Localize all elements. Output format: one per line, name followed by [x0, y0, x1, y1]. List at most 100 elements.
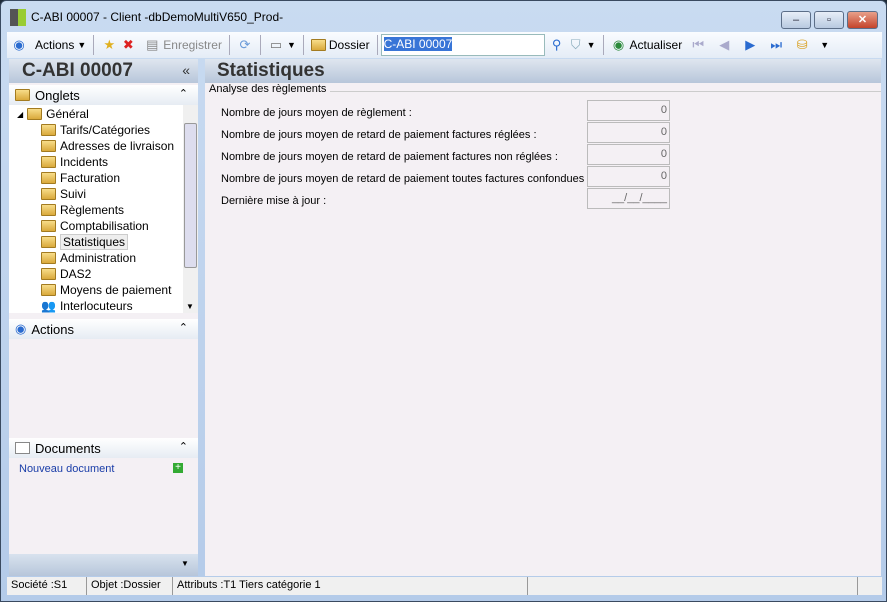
collapse-icon[interactable]: ⌃	[179, 440, 188, 453]
tree-label: Facturation	[60, 171, 121, 185]
documents-section-label: Documents	[35, 440, 101, 456]
filter-dropdown-icon[interactable]: ▼	[587, 40, 596, 50]
first-record-icon[interactable]: ⏮	[690, 37, 706, 53]
tree-label: Statistiques	[60, 234, 129, 250]
folder-icon	[41, 172, 56, 184]
stat-value-field: 0	[587, 122, 670, 143]
tree-item[interactable]: Statistiques	[41, 234, 129, 250]
refresh-button[interactable]: ◉ Actualiser	[611, 37, 683, 53]
actions-section[interactable]: ◉ Actions ⌃	[9, 319, 198, 339]
status-company: Société :S1	[7, 577, 87, 595]
search-input[interactable]: C-ABI 00007	[380, 34, 545, 56]
last-record-icon[interactable]: ⏭	[768, 37, 784, 53]
print-icon[interactable]: ▭	[268, 37, 284, 53]
tree-item[interactable]: DAS2	[41, 266, 91, 282]
stat-label: Nombre de jours moyen de retard de paiem…	[221, 173, 591, 185]
search-icon[interactable]: ⚲	[549, 37, 565, 53]
tree-label: Tarifs/Catégories	[60, 123, 151, 137]
close-button[interactable]: ✕	[847, 11, 878, 29]
tree-item-general[interactable]: ◢ Général	[17, 106, 89, 122]
documents-section[interactable]: Documents ⌃	[9, 438, 198, 458]
folder-label: Dossier	[328, 38, 370, 52]
tree-label: Incidents	[60, 155, 109, 169]
status-attributes: Attributs :T1 Tiers catégorie 1	[173, 577, 528, 595]
tree-item[interactable]: Facturation	[41, 170, 120, 186]
folder-icon	[41, 236, 56, 248]
new-document-link[interactable]: Nouveau document	[19, 463, 114, 475]
app-icon	[10, 9, 26, 26]
folder-icon	[41, 220, 56, 232]
filter-icon[interactable]: ⛉	[568, 37, 584, 53]
tree-item[interactable]: 👥 Interlocuteurs	[41, 298, 133, 313]
actions-section-label: Actions	[31, 321, 74, 337]
actions-menu[interactable]: Actions ▼	[35, 38, 86, 52]
folder-icon	[41, 140, 56, 152]
onglets-section[interactable]: Onglets ⌃	[9, 85, 198, 105]
tree-label: Règlements	[60, 203, 125, 217]
save-icon: ▤	[146, 37, 159, 52]
left-panel: C-ABI 00007 « Onglets ⌃ ◢ Général Tarifs/Ca…	[9, 59, 198, 576]
tree-label: Comptabilisation	[60, 219, 149, 233]
maximize-button[interactable]: ▫	[814, 11, 844, 29]
tree-item[interactable]: Règlements	[41, 202, 124, 218]
stat-value-field: 0	[587, 100, 670, 121]
folder-icon	[41, 204, 56, 216]
onglets-label: Onglets	[35, 87, 80, 103]
stat-value-field: __/__/____	[587, 188, 670, 209]
sync-icon[interactable]: ⟳	[237, 37, 253, 53]
folder-icon	[41, 188, 56, 200]
tree-scrollbar[interactable]: ▼	[183, 105, 198, 313]
save-button[interactable]: ▤ Enregistrer	[144, 37, 222, 53]
database-icon[interactable]: ⛁	[794, 37, 810, 53]
folder-button[interactable]: Dossier	[310, 38, 370, 52]
panel-footer: ▼	[9, 554, 198, 576]
delete-icon[interactable]: ✖	[120, 37, 136, 53]
collapse-panel-icon[interactable]: «	[182, 62, 190, 78]
tree-item[interactable]: Adresses de livraison	[41, 138, 174, 154]
tree-item[interactable]: Moyens de paiement	[41, 282, 171, 298]
folder-icon	[15, 89, 30, 101]
tree-label: Administration	[60, 251, 137, 265]
folder-icon	[41, 252, 56, 264]
folder-icon	[310, 39, 326, 51]
stat-label: Nombre de jours moyen de retard de paiem…	[221, 129, 537, 141]
collapse-icon[interactable]: ⌃	[179, 321, 188, 334]
actions-label: Actions	[35, 38, 75, 52]
tree-item[interactable]: Suivi	[41, 186, 86, 202]
stat-label: Nombre de jours moyen de règlement :	[221, 107, 412, 119]
folder-icon	[41, 284, 56, 296]
stat-value-field: 0	[587, 166, 670, 187]
contacts-icon: 👥	[41, 299, 56, 313]
document-icon	[15, 442, 30, 454]
tree-item[interactable]: Tarifs/Catégories	[41, 122, 150, 138]
search-value: C-ABI 00007	[383, 37, 453, 51]
tabs-tree: ◢ Général Tarifs/Catégories Adresses de li…	[9, 105, 183, 313]
stat-label: Dernière mise à jour :	[221, 195, 327, 207]
chevron-down-icon[interactable]: ▼	[181, 559, 189, 568]
folder-icon	[41, 156, 56, 168]
next-record-icon[interactable]: ▶	[742, 37, 758, 53]
previous-record-icon[interactable]: ◀	[716, 37, 732, 53]
add-document-icon[interactable]: +	[173, 463, 183, 473]
refresh-label: Actualiser	[629, 38, 683, 52]
database-dropdown-icon[interactable]: ▼	[820, 40, 829, 50]
app-window: C-ABI 00007 - Client -dbDemoMultiV650_Pr…	[0, 0, 887, 602]
minimize-button[interactable]: –	[781, 11, 811, 29]
tree-item[interactable]: Comptabilisation	[41, 218, 149, 234]
save-label: Enregistrer	[163, 38, 222, 52]
stat-value-field: 0	[587, 144, 670, 165]
collapse-icon[interactable]: ⌃	[179, 87, 188, 100]
tree-label: DAS2	[60, 267, 92, 281]
stat-label: Nombre de jours moyen de retard de paiem…	[221, 151, 558, 163]
print-dropdown-icon[interactable]: ▼	[287, 40, 296, 50]
tree-label: Suivi	[60, 187, 87, 201]
target-icon[interactable]: ◉	[11, 37, 27, 53]
main-panel: Statistiques Analyse des règlements Nomb…	[205, 59, 881, 576]
new-icon[interactable]: ★	[101, 37, 117, 53]
group-title: Analyse des règlements	[209, 83, 331, 95]
tree-item[interactable]: Administration	[41, 250, 136, 266]
tree-label: Moyens de paiement	[60, 283, 172, 297]
tree-item[interactable]: Incidents	[41, 154, 108, 170]
toolbar: ◉ Actions ▼ ★ ✖ ▤ Enregistrer ⟳ ▭ ▼ Dossier …	[7, 32, 882, 58]
page-title: Statistiques	[205, 59, 881, 83]
